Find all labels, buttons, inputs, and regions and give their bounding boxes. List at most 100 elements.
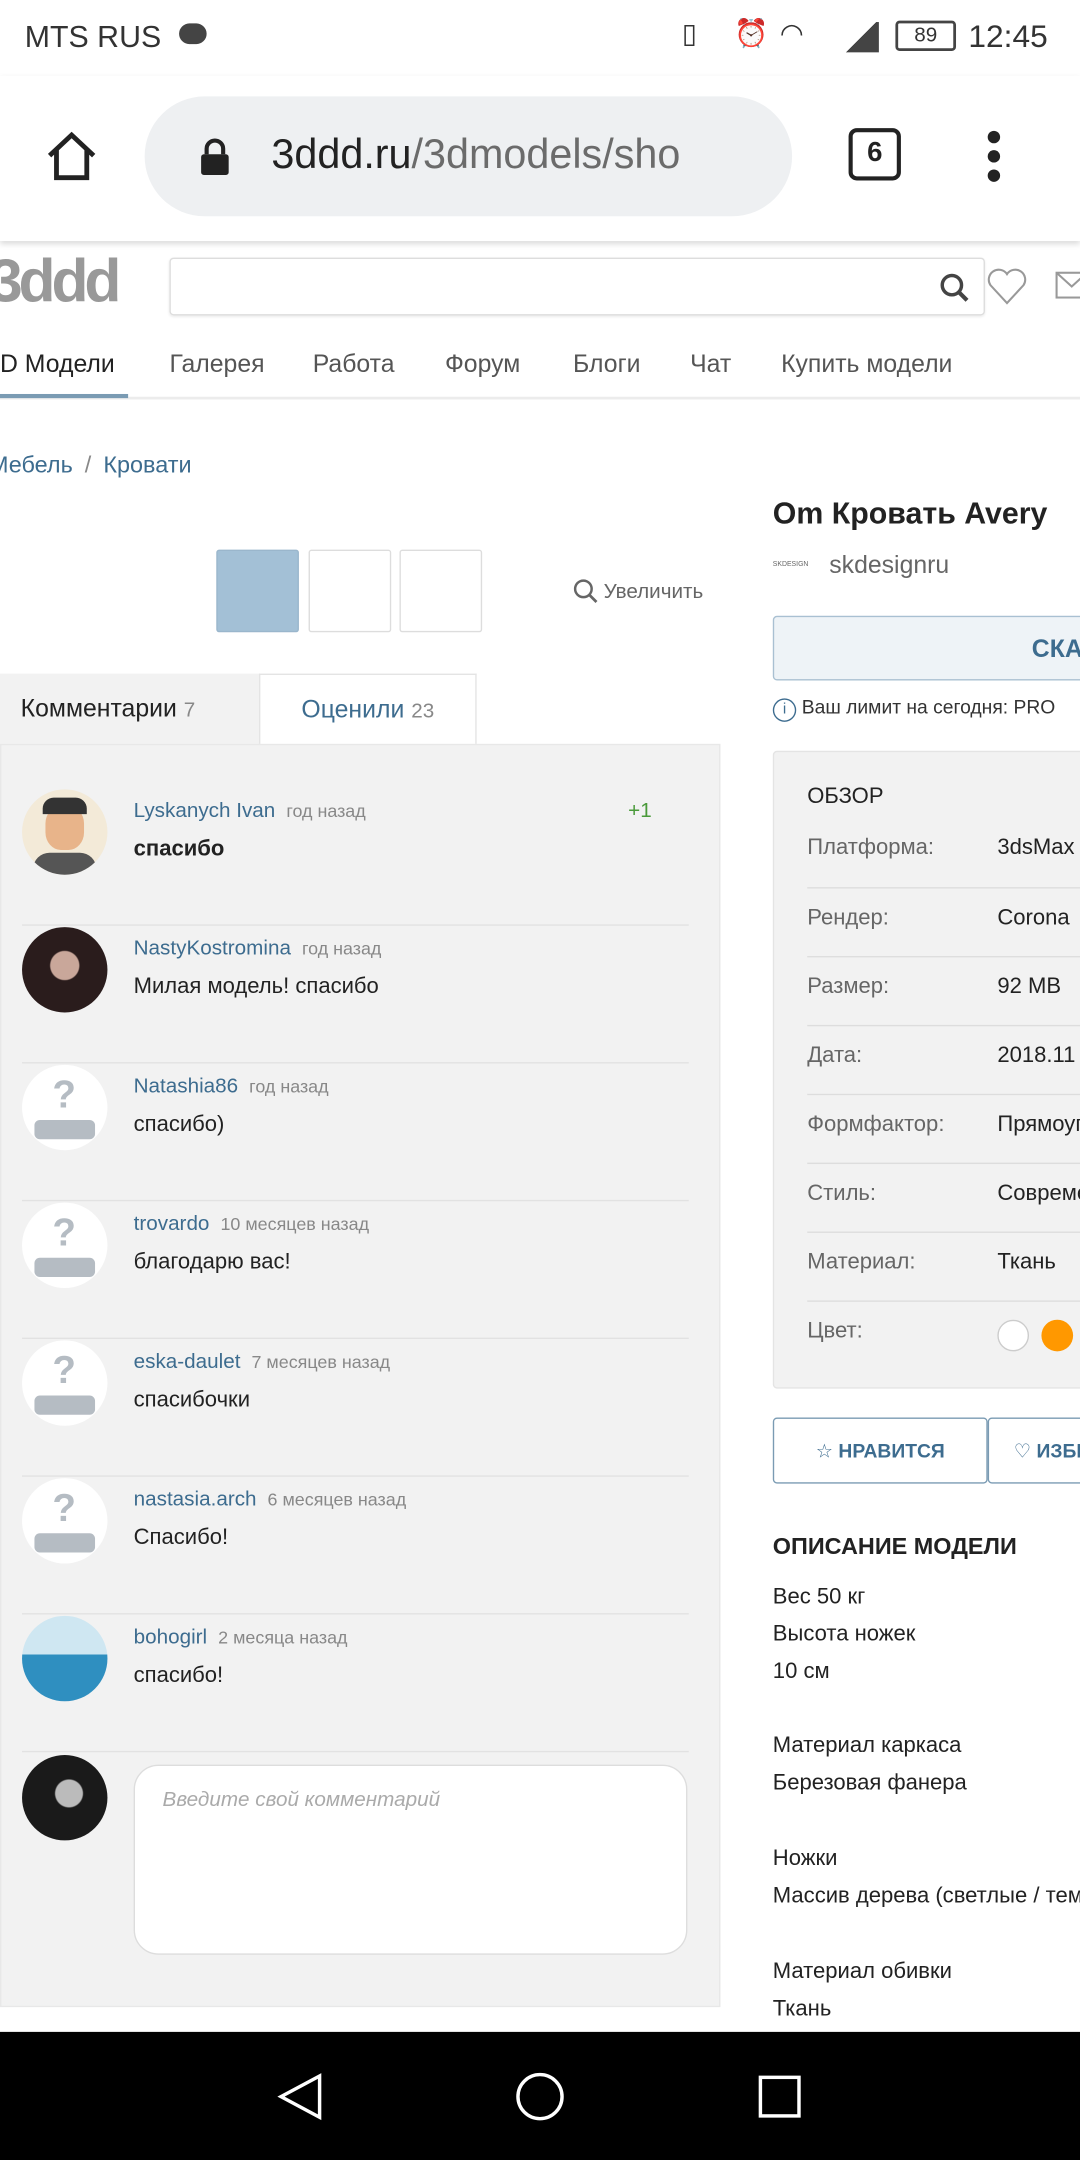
thumbnail-3[interactable] [399, 549, 483, 633]
back-icon[interactable] [276, 2072, 326, 2122]
comment-text: спасибо! [133, 1664, 224, 1688]
menu-icon[interactable] [987, 130, 1002, 182]
comment-author[interactable]: nastasia.arch 6 месяцев назад [134, 1488, 407, 1511]
zoom-button[interactable]: Увеличить [573, 579, 703, 603]
default-avatar-icon[interactable]: ? [22, 1340, 108, 1426]
description-line: Вес 50 кг [772, 1585, 866, 1609]
comments-panel: Lyskanych Ivan год назад спасибо +1 Nasty… [0, 743, 721, 2008]
tab-comments[interactable]: Комментарии 7 [0, 673, 259, 746]
status-bar: MTS RUS ▯ ⏰ ◠ 89 12:45 [0, 0, 1080, 76]
browser-toolbar: 3ddd.ru/3dmodels/sho 6 [0, 75, 1080, 242]
nav-blogs[interactable]: Блоги [573, 350, 640, 379]
overview-row-material: Материал: Ткань [807, 1231, 1080, 1301]
breadcrumb-furniture[interactable]: Мебель [0, 452, 73, 478]
overview-row-render: Рендер: Corona [807, 887, 1080, 956]
comment-item: Lyskanych Ivan год назад спасибо +1 [22, 788, 689, 926]
comment-item: bohogirl 2 месяца назад спасибо! [22, 1614, 689, 1753]
description-line: Березовая фанера [772, 1771, 967, 1795]
description-line: Материал обивки [772, 1960, 952, 1984]
avatar[interactable] [22, 927, 108, 1013]
comment-item: NastyKostromina год назад Милая модель! с… [22, 926, 689, 1064]
overview-row-size: Размер: 92 MB [807, 956, 1080, 1025]
overview-row-style: Стиль:Современный [807, 1162, 1080, 1232]
nav-gallery[interactable]: Галерея [169, 350, 264, 379]
current-user-avatar[interactable] [22, 1754, 108, 1841]
nav-3d-models[interactable]: 3D Модели [0, 350, 115, 379]
mail-icon[interactable] [1055, 271, 1080, 299]
description-line: Высота ножек [772, 1622, 916, 1647]
breadcrumb: Мебель / Кровати [0, 452, 192, 480]
description-line: Материал каркаса [772, 1734, 962, 1758]
url-text: 3ddd.ru/3dmodels/sho [271, 132, 681, 178]
comment-author[interactable]: eska-daulet 7 месяцев назад [134, 1350, 391, 1373]
description-line: Ткань [772, 1997, 832, 2021]
tab-rated[interactable]: Оценили 23 [258, 673, 477, 746]
comment-input[interactable]: Введите свой комментарий [133, 1764, 688, 1955]
comment-author[interactable]: trovardo 10 месяцев назад [134, 1212, 369, 1235]
comment-author[interactable]: Lyskanych Ivan год назад [134, 799, 366, 822]
download-button[interactable]: СКАЧАТЬ [772, 615, 1080, 681]
comment-score: +1 [628, 798, 652, 823]
signal-icon [843, 22, 879, 53]
address-bar[interactable]: 3ddd.ru/3dmodels/sho [144, 96, 793, 217]
comment-author[interactable]: Natashia86 год назад [134, 1074, 329, 1097]
author-link[interactable]: skdesignru [829, 551, 949, 580]
nav-active-underline [0, 393, 129, 399]
heart-outline-icon: ♡ [1013, 1439, 1032, 1462]
comment-item: ? Natashia86 год назад спасибо) [22, 1063, 689, 1202]
nav-forum[interactable]: Форум [445, 350, 520, 379]
nav-divider [0, 396, 1080, 400]
comment-text: Спасибо! [133, 1526, 229, 1550]
description-title: ОПИСАНИЕ МОДЕЛИ [772, 1533, 1017, 1560]
vibrate-icon: ▯ [681, 19, 698, 50]
comment-author[interactable]: NastyKostromina год назад [134, 937, 382, 960]
comment-text: спасибо [133, 837, 225, 861]
avatar[interactable] [22, 1615, 108, 1702]
star-icon: ☆ [815, 1439, 834, 1462]
heart-icon[interactable] [986, 267, 1027, 306]
home-nav-icon[interactable] [515, 2072, 565, 2122]
overview-title: ОБЗОР [807, 785, 884, 809]
color-swatch-white[interactable] [997, 1319, 1030, 1352]
favorite-button[interactable]: ♡ ИЗБРАННОЕ [987, 1417, 1080, 1484]
battery-icon: 89 [895, 20, 957, 51]
info-icon: i [772, 698, 797, 722]
alarm-icon: ⏰ [734, 19, 769, 50]
overview-row-date: Дата: 2018.11 [807, 1024, 1080, 1094]
description-line: 10 см [772, 1659, 830, 1684]
comment-text: спасибо) [133, 1113, 225, 1137]
nav-buy-models[interactable]: Купить модели [781, 350, 952, 379]
overview-row-formfactor: Формфактор:Прямоугольная [807, 1093, 1080, 1163]
avatar[interactable] [22, 789, 108, 875]
limit-info: i Ваш лимит на сегодня: PRO [772, 696, 1055, 722]
site-logo[interactable]: 3ddd [0, 248, 121, 317]
nav-work[interactable]: Работа [313, 350, 395, 379]
like-button[interactable]: ☆ НРАВИТСЯ [772, 1417, 988, 1484]
comment-item: ? eska-daulet 7 месяцев назад спасибочки [22, 1339, 689, 1477]
recents-icon[interactable] [758, 2075, 802, 2119]
comment-author[interactable]: bohogirl 2 месяца назад [134, 1626, 348, 1649]
lock-icon [201, 138, 229, 175]
magnifier-icon [573, 579, 598, 603]
breadcrumb-beds[interactable]: Кровати [103, 452, 191, 478]
default-avatar-icon[interactable]: ? [22, 1064, 108, 1151]
thumbnail-2[interactable] [308, 549, 392, 633]
search-icon[interactable] [939, 273, 969, 303]
overview-row-platform: Платформа: 3dsMax [807, 836, 1075, 860]
color-swatch-orange[interactable] [1041, 1319, 1074, 1352]
default-avatar-icon[interactable]: ? [22, 1202, 108, 1289]
thumbnail-1[interactable] [216, 549, 299, 633]
comment-text: Милая модель! спасибо [133, 975, 379, 999]
comment-item: ? trovardo 10 месяцев назад благодарю вас… [22, 1201, 689, 1339]
description-line: Массив дерева (светлые / темные) [772, 1884, 1080, 1908]
tab-switcher-button[interactable]: 6 [848, 128, 901, 181]
home-icon[interactable] [44, 128, 99, 183]
model-title: Om Кровать Avery [772, 495, 1048, 531]
site-search-input[interactable] [169, 257, 985, 316]
description-line: Ножки [772, 1847, 838, 1871]
comment-text: благодарю вас! [133, 1250, 291, 1275]
carrier-label: MTS RUS [24, 19, 162, 54]
overview-box: ОБЗОР Платформа: 3dsMax Рендер: Corona Раз… [772, 750, 1080, 1389]
nav-chat[interactable]: Чат [690, 350, 731, 379]
default-avatar-icon[interactable]: ? [22, 1478, 108, 1564]
